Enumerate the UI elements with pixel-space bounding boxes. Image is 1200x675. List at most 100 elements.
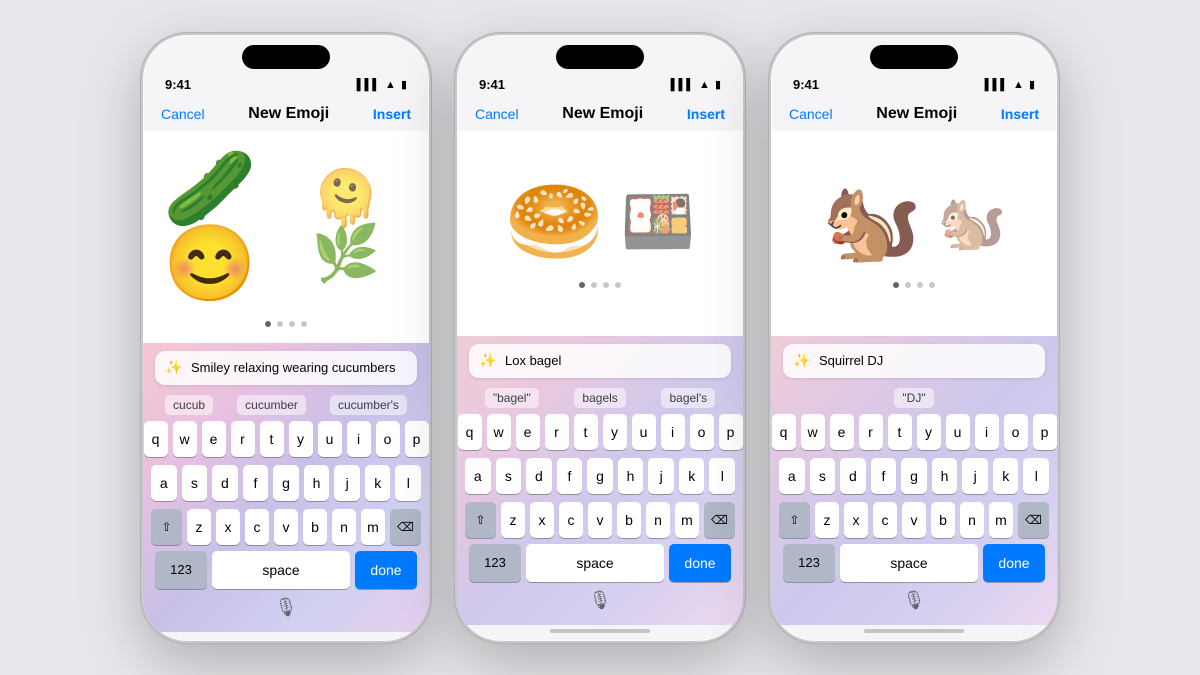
key-s-1[interactable]: s (182, 465, 208, 501)
mic-icon-3[interactable]: 🎙 (903, 590, 926, 611)
key-i-1[interactable]: i (347, 421, 371, 457)
key-backspace-1[interactable]: ⌫ (390, 509, 421, 545)
key-done-3[interactable]: done (983, 544, 1045, 582)
key-f-2[interactable]: f (557, 458, 583, 494)
key-o-1[interactable]: o (376, 421, 400, 457)
key-h-3[interactable]: h (932, 458, 958, 494)
key-q-2[interactable]: q (458, 414, 482, 450)
key-d-1[interactable]: d (212, 465, 238, 501)
key-c-2[interactable]: c (559, 502, 583, 538)
key-a-3[interactable]: a (779, 458, 805, 494)
key-i-2[interactable]: i (661, 414, 685, 450)
key-o-3[interactable]: o (1004, 414, 1028, 450)
key-h-2[interactable]: h (618, 458, 644, 494)
autocomplete-2-0[interactable]: "bagel" (485, 388, 539, 408)
emoji-primary-1[interactable]: 🥒😊 (163, 151, 296, 301)
key-t-1[interactable]: t (260, 421, 284, 457)
key-q-3[interactable]: q (772, 414, 796, 450)
key-n-2[interactable]: n (646, 502, 670, 538)
emoji-secondary-1[interactable]: 🫠🌿 (312, 171, 409, 281)
key-e-1[interactable]: e (202, 421, 226, 457)
input-text-1[interactable]: Smiley relaxing wearing cucumbers (191, 360, 407, 375)
key-i-3[interactable]: i (975, 414, 999, 450)
key-j-1[interactable]: j (334, 465, 360, 501)
text-input-1[interactable]: ✨ Smiley relaxing wearing cucumbers (155, 351, 417, 385)
key-k-2[interactable]: k (679, 458, 705, 494)
key-l-2[interactable]: l (709, 458, 735, 494)
cancel-button-1[interactable]: Cancel (161, 106, 205, 122)
emoji-secondary-2[interactable]: 🍱 (620, 192, 695, 252)
key-m-3[interactable]: m (989, 502, 1013, 538)
text-input-3[interactable]: ✨ Squirrel DJ (783, 344, 1045, 378)
text-input-2[interactable]: ✨ Lox bagel (469, 344, 731, 378)
key-f-1[interactable]: f (243, 465, 269, 501)
key-space-2[interactable]: space (526, 544, 664, 582)
key-p-1[interactable]: p (405, 421, 429, 457)
autocomplete-2-2[interactable]: bagel's (661, 388, 715, 408)
key-j-3[interactable]: j (962, 458, 988, 494)
key-space-1[interactable]: space (212, 551, 350, 589)
key-r-3[interactable]: r (859, 414, 883, 450)
autocomplete-2-1[interactable]: bagels (574, 388, 625, 408)
key-g-3[interactable]: g (901, 458, 927, 494)
key-w-2[interactable]: w (487, 414, 511, 450)
key-n-1[interactable]: n (332, 509, 356, 545)
key-k-1[interactable]: k (365, 465, 391, 501)
key-y-3[interactable]: y (917, 414, 941, 450)
input-text-2[interactable]: Lox bagel (505, 353, 721, 368)
key-123-3[interactable]: 123 (783, 544, 835, 582)
autocomplete-1-2[interactable]: cucumber's (330, 395, 407, 415)
key-e-3[interactable]: e (830, 414, 854, 450)
autocomplete-1-0[interactable]: cucub (165, 395, 213, 415)
key-m-2[interactable]: m (675, 502, 699, 538)
key-q-1[interactable]: q (144, 421, 168, 457)
key-backspace-2[interactable]: ⌫ (704, 502, 735, 538)
key-123-1[interactable]: 123 (155, 551, 207, 589)
cancel-button-2[interactable]: Cancel (475, 106, 519, 122)
insert-button-1[interactable]: Insert (373, 106, 411, 122)
key-c-3[interactable]: c (873, 502, 897, 538)
key-123-2[interactable]: 123 (469, 544, 521, 582)
autocomplete-3-0[interactable]: "DJ" (894, 388, 933, 408)
key-p-2[interactable]: p (719, 414, 743, 450)
key-u-3[interactable]: u (946, 414, 970, 450)
key-s-3[interactable]: s (810, 458, 836, 494)
key-x-2[interactable]: x (530, 502, 554, 538)
key-b-1[interactable]: b (303, 509, 327, 545)
insert-button-3[interactable]: Insert (1001, 106, 1039, 122)
key-s-2[interactable]: s (496, 458, 522, 494)
key-l-3[interactable]: l (1023, 458, 1049, 494)
key-u-2[interactable]: u (632, 414, 656, 450)
key-shift-1[interactable]: ⇧ (151, 509, 182, 545)
mic-icon-1[interactable]: 🎙 (275, 597, 298, 618)
key-v-1[interactable]: v (274, 509, 298, 545)
key-shift-2[interactable]: ⇧ (465, 502, 496, 538)
key-x-3[interactable]: x (844, 502, 868, 538)
key-v-3[interactable]: v (902, 502, 926, 538)
key-t-2[interactable]: t (574, 414, 598, 450)
key-space-3[interactable]: space (840, 544, 978, 582)
key-t-3[interactable]: t (888, 414, 912, 450)
key-g-1[interactable]: g (273, 465, 299, 501)
key-u-1[interactable]: u (318, 421, 342, 457)
key-p-3[interactable]: p (1033, 414, 1057, 450)
key-v-2[interactable]: v (588, 502, 612, 538)
key-z-1[interactable]: z (187, 509, 211, 545)
input-text-3[interactable]: Squirrel DJ (819, 353, 1035, 368)
key-done-2[interactable]: done (669, 544, 731, 582)
key-e-2[interactable]: e (516, 414, 540, 450)
autocomplete-1-1[interactable]: cucumber (237, 395, 306, 415)
key-f-3[interactable]: f (871, 458, 897, 494)
emoji-primary-3[interactable]: 🐿️ (822, 182, 922, 262)
key-x-1[interactable]: x (216, 509, 240, 545)
key-z-3[interactable]: z (815, 502, 839, 538)
insert-button-2[interactable]: Insert (687, 106, 725, 122)
key-a-1[interactable]: a (151, 465, 177, 501)
key-b-3[interactable]: b (931, 502, 955, 538)
key-backspace-3[interactable]: ⌫ (1018, 502, 1049, 538)
key-y-2[interactable]: y (603, 414, 627, 450)
key-m-1[interactable]: m (361, 509, 385, 545)
key-y-1[interactable]: y (289, 421, 313, 457)
key-d-3[interactable]: d (840, 458, 866, 494)
key-o-2[interactable]: o (690, 414, 714, 450)
